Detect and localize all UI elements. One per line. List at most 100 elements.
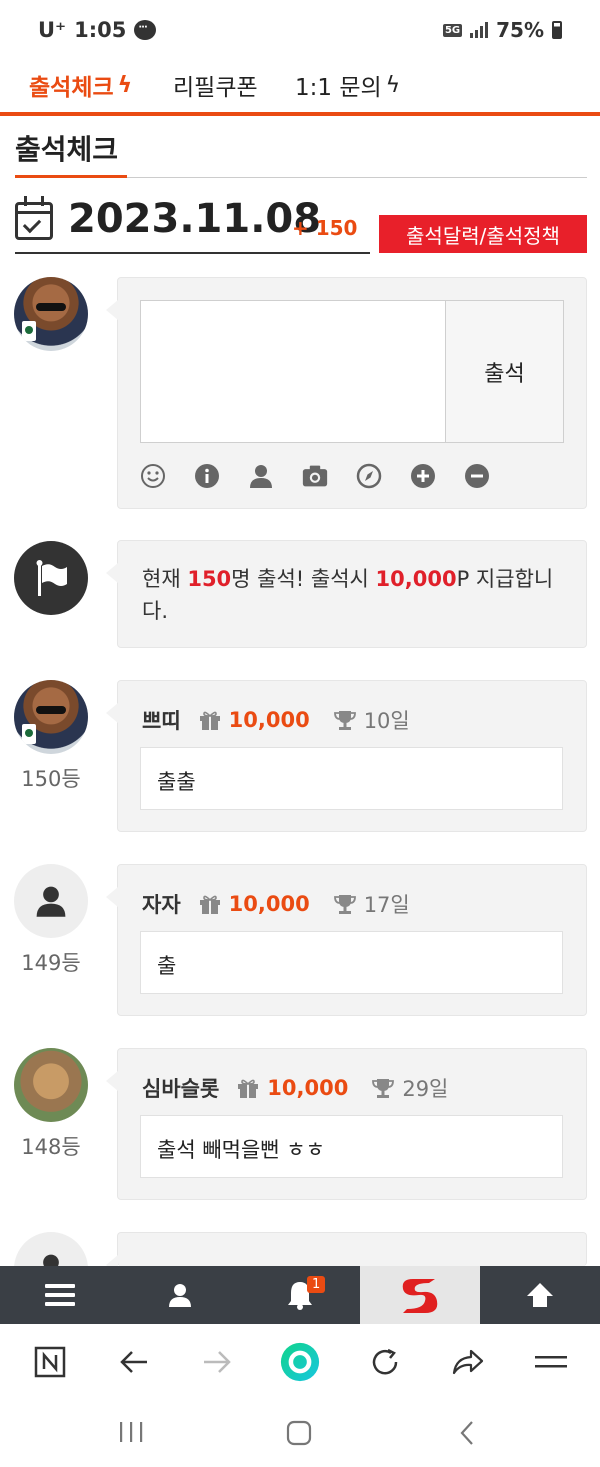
- site-logo-button[interactable]: [360, 1266, 480, 1324]
- lightning-icon: ϟ: [385, 72, 401, 98]
- trophy-icon: [333, 895, 356, 914]
- trophy-icon: [372, 1079, 395, 1098]
- signal-icon: [470, 22, 489, 38]
- info-icon[interactable]: [194, 463, 220, 489]
- my-avatar: [14, 277, 88, 351]
- streak-days: 17일: [363, 893, 410, 917]
- earned-points: 10,000: [228, 708, 310, 732]
- chat-notification-icon: [134, 20, 157, 40]
- carrier-label: U⁺: [38, 18, 67, 42]
- status-bar: U⁺ 1:05 5G 75%: [0, 0, 600, 58]
- entry-message: 출: [140, 931, 563, 994]
- battery-icon: [552, 21, 562, 39]
- tab-inquiry[interactable]: 1:1 문의 ϟ: [295, 68, 400, 102]
- battery-percent: 75%: [496, 18, 544, 42]
- date-header: 2023.11.08 + 150: [15, 196, 370, 254]
- arrow-right-icon: [204, 1351, 231, 1373]
- notifications-button[interactable]: 1: [240, 1266, 360, 1324]
- user-icon[interactable]: [248, 463, 274, 489]
- user-name[interactable]: 자자: [142, 889, 181, 919]
- attendance-notice: 현재 150명 출석! 출석시 10,000P 지급합니다.: [106, 540, 587, 648]
- tab-refill-coupon[interactable]: 리필쿠폰: [173, 68, 258, 102]
- earned-points: 10,000: [267, 1076, 349, 1100]
- share-button[interactable]: [448, 1344, 488, 1380]
- recent-apps-button[interactable]: [118, 1420, 144, 1448]
- composer-toolbar: [140, 463, 490, 489]
- attendance-composer: 출석: [106, 277, 587, 509]
- user-icon: [169, 1284, 191, 1307]
- lightning-icon: ϟ: [117, 72, 133, 98]
- streak-days: 10일: [363, 709, 410, 733]
- forward-button[interactable]: [197, 1344, 237, 1380]
- home-button[interactable]: [286, 1420, 312, 1450]
- network-type-icon: 5G: [442, 23, 463, 37]
- notice-text: 현재 150명 출석! 출석시 10,000P 지급합니다.: [142, 567, 554, 623]
- system-nav-bar: [0, 1400, 600, 1467]
- refresh-icon: [372, 1348, 398, 1375]
- gift-icon: [238, 1079, 259, 1098]
- recent-apps-icon: [120, 1422, 143, 1442]
- attendance-submit-button[interactable]: 출석: [446, 300, 564, 443]
- rank-label: 150등: [21, 767, 81, 791]
- entry-message: 출출: [140, 747, 563, 810]
- gift-icon: [199, 895, 220, 914]
- attendance-entry: 쁘띠 10,000 10일 출출: [106, 680, 587, 832]
- plus-circle-icon[interactable]: [410, 463, 436, 489]
- streak-days: 29일: [402, 1077, 449, 1101]
- attendance-entry-partial: [106, 1232, 587, 1275]
- calendar-check-icon: [15, 196, 53, 240]
- entry-header: 자자 10,000 17일: [142, 889, 410, 919]
- page-title: 출석체크: [15, 133, 119, 166]
- app-bottom-nav: 1: [0, 1266, 600, 1324]
- home-icon: [286, 1420, 312, 1446]
- current-date: 2023.11.08: [68, 196, 322, 242]
- back-button[interactable]: [114, 1344, 154, 1380]
- avatar: [14, 1048, 88, 1122]
- smile-icon[interactable]: [140, 463, 166, 489]
- camera-icon[interactable]: [302, 463, 328, 489]
- reward-points: 10,000: [375, 567, 457, 591]
- title-underline: [15, 175, 127, 178]
- minus-circle-icon[interactable]: [464, 463, 490, 489]
- attendance-entry: 자자 10,000 17일 출: [106, 864, 587, 1016]
- attendance-comment-input[interactable]: [140, 300, 446, 443]
- user-name[interactable]: 쁘띠: [142, 705, 181, 735]
- gift-icon: [199, 711, 220, 730]
- entry-header: 쁘띠 10,000 10일: [142, 705, 410, 735]
- menu-lines-icon: [535, 1356, 567, 1368]
- green-dot-button[interactable]: [280, 1342, 320, 1382]
- compass-icon[interactable]: [356, 463, 382, 489]
- tab-label: 출석체크: [29, 75, 114, 101]
- profile-button[interactable]: [120, 1266, 240, 1324]
- arrow-up-icon: [527, 1283, 553, 1307]
- scroll-top-button[interactable]: [480, 1266, 600, 1324]
- clock: 1:05: [74, 18, 127, 42]
- system-back-button[interactable]: [458, 1420, 476, 1450]
- avatar: [14, 864, 88, 938]
- more-menu-button[interactable]: [531, 1344, 571, 1380]
- notification-badge: 1: [307, 1276, 326, 1293]
- entry-message: 출석 빼먹을뻔 ㅎㅎ: [140, 1115, 563, 1178]
- flag-icon: [14, 541, 88, 615]
- attendance-entry: 심바슬롯 10,000 29일 출석 빼먹을뻔 ㅎㅎ: [106, 1048, 587, 1200]
- user-name[interactable]: 심바슬롯: [142, 1073, 219, 1103]
- naver-home-button[interactable]: [30, 1344, 70, 1380]
- trophy-icon: [333, 711, 356, 730]
- earned-points: 10,000: [228, 892, 310, 916]
- tab-label: 1:1 문의: [295, 75, 382, 101]
- chevron-left-icon: [460, 1421, 473, 1445]
- attendance-policy-button[interactable]: 출석달력/출석정책: [379, 215, 587, 253]
- top-tab-bar: 출석체크 ϟ 리필쿠폰 1:1 문의 ϟ: [0, 58, 600, 116]
- status-right: 5G 75%: [442, 18, 562, 42]
- green-dot-icon: [280, 1342, 320, 1382]
- refresh-button[interactable]: [365, 1344, 405, 1380]
- tab-attendance[interactable]: 출석체크 ϟ: [29, 68, 132, 102]
- s-logo-icon: [402, 1279, 438, 1313]
- rank-label: 148등: [21, 1135, 81, 1159]
- tab-label: 리필쿠폰: [173, 75, 258, 101]
- attendance-count: 150: [187, 567, 232, 591]
- date-bonus: + 150: [292, 216, 358, 240]
- hamburger-icon: [45, 1284, 75, 1306]
- naver-n-icon: [34, 1346, 66, 1378]
- menu-button[interactable]: [0, 1266, 120, 1324]
